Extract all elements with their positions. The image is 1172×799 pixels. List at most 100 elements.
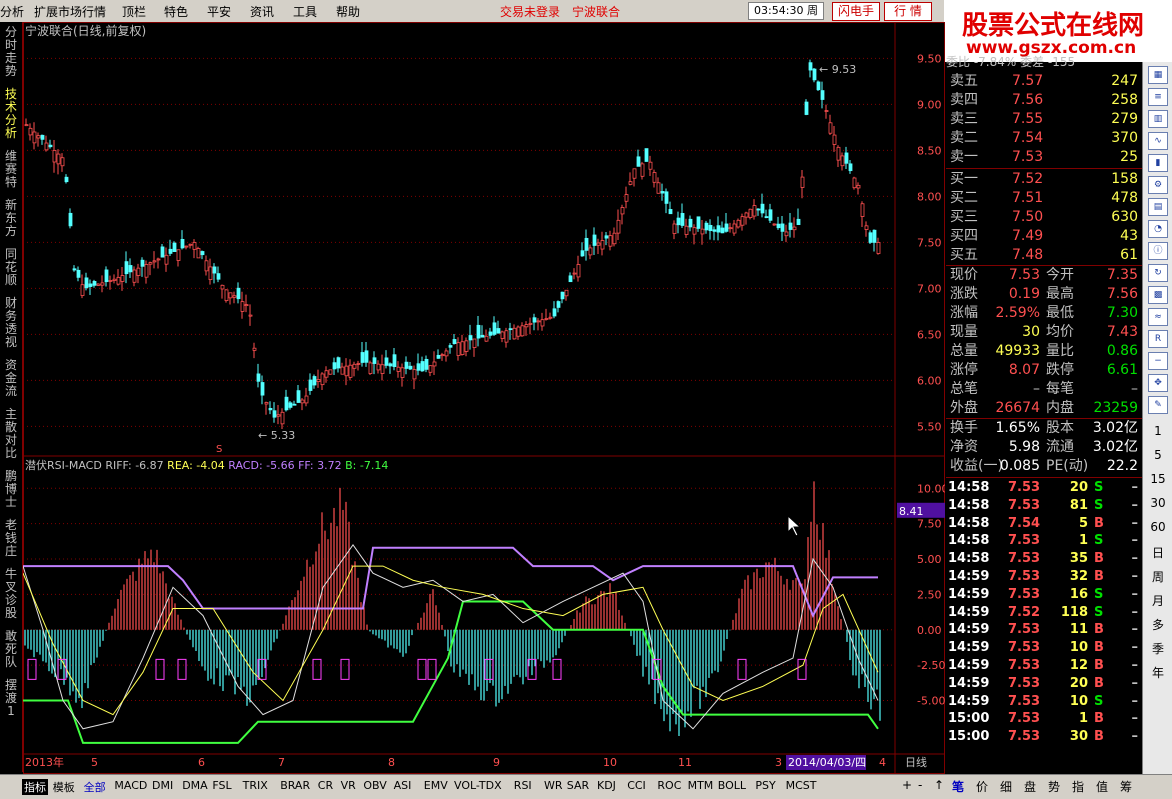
buy-level-1[interactable]: 买一 7.52 158 [946,170,1142,189]
quote-tab-6[interactable]: 值 [1096,778,1108,795]
buy-level-3[interactable]: 买三 7.50 630 [946,208,1142,227]
left-tab-9[interactable]: 老钱庄 [2,519,20,558]
indicator-tab-cr[interactable]: CR [318,779,333,792]
rsi-icon[interactable]: R [1148,330,1168,348]
left-tab-10[interactable]: 牛叉诊股 [2,568,20,620]
indicator-tab-rsi[interactable]: RSI [514,779,532,792]
period-30[interactable]: 30 [1147,496,1169,510]
sell-level-5[interactable]: 卖五 7.57 247 [946,72,1142,91]
chart-ctrl-1[interactable]: - [918,778,922,792]
tick-row: 14:58 7.53 1 S – [946,532,1142,550]
indicator-tab-vr[interactable]: VR [341,779,356,792]
gear-icon[interactable]: ⚙ [1148,176,1168,194]
indicator-tab-dma[interactable]: DMA [182,779,208,792]
period-日[interactable]: 日 [1147,544,1169,561]
quote-tab-7[interactable]: 筹 [1120,778,1132,795]
wave-icon[interactable]: ≈ [1148,308,1168,326]
indicator-tab-macd[interactable]: MACD [114,779,147,792]
indicator-tab-fsl[interactable]: FSL [212,779,231,792]
grid-icon[interactable]: ▦ [1148,66,1168,84]
left-tab-5[interactable]: 财务透视 [2,297,20,349]
period-60[interactable]: 60 [1147,520,1169,534]
indicator-tab-brar[interactable]: BRAR [280,779,310,792]
quote-tab-0[interactable]: 笔 [952,778,964,795]
period-周[interactable]: 周 [1147,568,1169,585]
left-tab-7[interactable]: 主散对比 [2,408,20,460]
indicator-tab-sar[interactable]: SAR [567,779,589,792]
info-icon[interactable]: ⓘ [1148,242,1168,260]
indicator-tab-kdj[interactable]: KDJ [597,779,616,792]
stat-label: 涨跌 [950,286,978,302]
minus-icon[interactable]: − [1148,352,1168,370]
indicator-tab-wr[interactable]: WR [544,779,563,792]
indicator-tab-模板[interactable]: 模板 [53,779,75,795]
period-15[interactable]: 15 [1147,472,1169,486]
quote-tab-3[interactable]: 盘 [1024,778,1036,795]
left-tab-1[interactable]: 技术分析 [2,88,20,140]
refresh-icon[interactable]: ↻ [1148,264,1168,282]
period-月[interactable]: 月 [1147,592,1169,609]
indicator-tab-emv[interactable]: EMV [424,779,448,792]
candle-body [168,248,173,254]
chart-icon[interactable]: ▥ [1148,110,1168,128]
stock-icon[interactable]: ▩ [1148,286,1168,304]
indicator-tab-roc[interactable]: ROC [657,779,681,792]
pie-icon[interactable]: ◔ [1148,220,1168,238]
period-季[interactable]: 季 [1147,640,1169,657]
line-icon[interactable]: ∿ [1148,132,1168,150]
menu-news[interactable]: 资讯 [250,3,274,20]
flash-trade-button[interactable]: 闪电手 [832,2,880,21]
quote-tab-1[interactable]: 价 [976,778,988,795]
list-icon[interactable]: ≡ [1148,88,1168,106]
buy-level-5[interactable]: 买五 7.48 61 [946,246,1142,265]
sell-level-2[interactable]: 卖二 7.54 370 [946,129,1142,148]
buy-level-2[interactable]: 买二 7.51 478 [946,189,1142,208]
indicator-tab-dmi[interactable]: DMI [152,779,173,792]
indicator-tab-全部[interactable]: 全部 [84,779,106,795]
chart-ctrl-0[interactable]: + [902,778,912,792]
indicator-tab-mcst[interactable]: MCST [786,779,817,792]
indicator-tab-asi[interactable]: ASI [394,779,412,792]
sell-level-3[interactable]: 卖三 7.55 279 [946,110,1142,129]
quote-tab-2[interactable]: 细 [1000,778,1012,795]
sell-level-4[interactable]: 卖四 7.56 258 [946,91,1142,110]
quote-button[interactable]: 行 情 [884,2,932,21]
candle-icon[interactable]: ▮ [1148,154,1168,172]
indicator-tab-vol-tdx[interactable]: VOL-TDX [454,779,502,792]
menu-extended-market[interactable]: 扩展市场行情 [34,3,106,20]
left-tab-0[interactable]: 分时走势 [2,26,20,78]
left-tab-6[interactable]: 资金流 [2,359,20,398]
left-tab-12[interactable]: 摆渡1 [2,679,20,718]
period-5[interactable]: 5 [1147,448,1169,462]
menu-tools[interactable]: 工具 [293,3,317,20]
menu-special[interactable]: 特色 [164,3,188,20]
indicator-tab-boll[interactable]: BOLL [718,779,746,792]
menu-help[interactable]: 帮助 [336,3,360,20]
login-status[interactable]: 交易未登录 [500,3,560,20]
sell-level-1[interactable]: 卖一 7.53 25 [946,148,1142,167]
left-tab-3[interactable]: 新东方 [2,199,20,238]
indicator-tab-psy[interactable]: PSY [755,779,775,792]
left-tab-2[interactable]: 维赛特 [2,150,20,189]
quote-tab-4[interactable]: 势 [1048,778,1060,795]
indicator-tab-trix[interactable]: TRIX [243,779,268,792]
period-多[interactable]: 多 [1147,616,1169,633]
buy-level-4[interactable]: 买四 7.49 43 [946,227,1142,246]
menu-pingan[interactable]: 平安 [207,3,231,20]
indicator-tab-obv[interactable]: OBV [363,779,386,792]
chart-ctrl-2[interactable]: ↑ [934,778,944,792]
move-icon[interactable]: ✥ [1148,374,1168,392]
quote-tab-5[interactable]: 指 [1072,778,1084,795]
table-icon[interactable]: ▤ [1148,198,1168,216]
period-1[interactable]: 1 [1147,424,1169,438]
indicator-tab-mtm[interactable]: MTM [688,779,714,792]
left-tab-4[interactable]: 同花顺 [2,248,20,287]
menu-analysis[interactable]: 分析 [0,3,24,20]
left-tab-11[interactable]: 敢死队 [2,630,20,669]
period-年[interactable]: 年 [1147,664,1169,681]
indicator-tab-指标[interactable]: 指标 [22,779,48,795]
indicator-tab-cci[interactable]: CCI [627,779,646,792]
left-tab-8[interactable]: 鹏博士 [2,470,20,509]
menu-top-bar[interactable]: 顶栏 [122,3,146,20]
pen-icon[interactable]: ✎ [1148,396,1168,414]
